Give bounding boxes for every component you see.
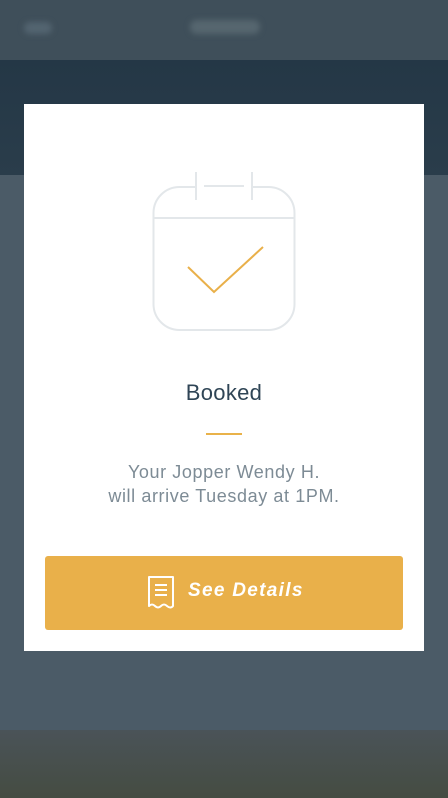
see-details-label: See Details [188,580,304,601]
see-details-button[interactable]: See Details [45,556,403,630]
calendar-check-icon [152,172,296,331]
title-divider [206,433,242,435]
background-bottom [0,730,448,798]
background-back-button [24,22,52,34]
app-screen: Booked Your Jopper Wendy H. will arrive … [0,0,448,798]
booking-message: Your Jopper Wendy H. will arrive Tuesday… [24,460,424,508]
background-title [190,20,260,34]
receipt-icon [148,576,174,609]
modal-title: Booked [185,380,263,405]
booking-message-line: Your Jopper Wendy H. [127,462,321,482]
background-topbar [0,0,448,60]
booking-message-line: will arrive Tuesday at 1PM. [108,486,340,506]
booking-confirmation-modal: Booked Your Jopper Wendy H. will arrive … [24,104,424,651]
